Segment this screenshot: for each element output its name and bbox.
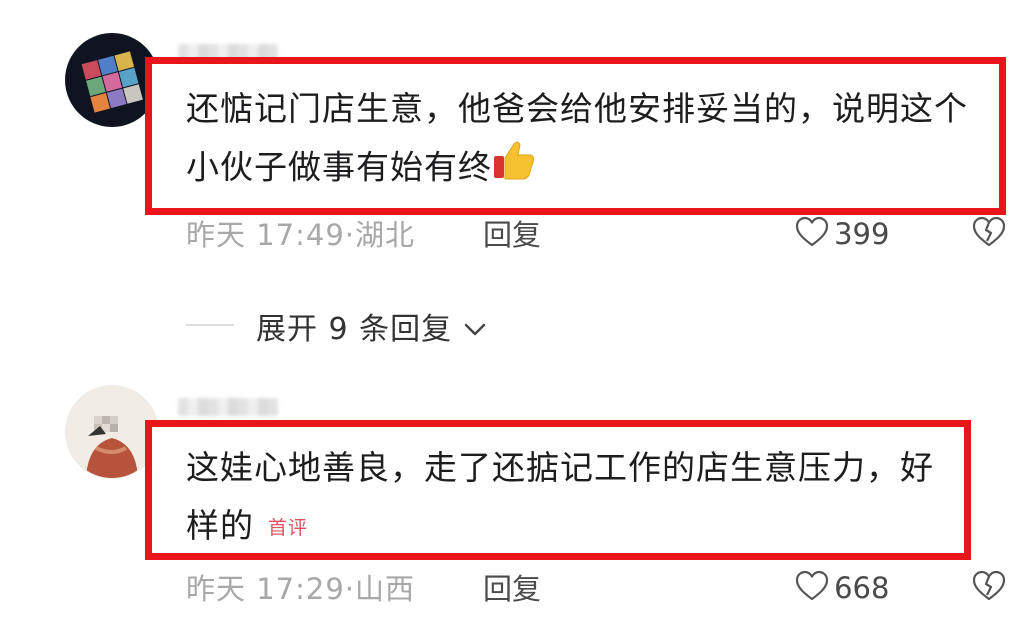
- thumbs-up-icon: [492, 138, 536, 200]
- heart-outline-icon: [795, 216, 829, 252]
- heart-outline-icon: [795, 570, 829, 606]
- expand-replies-button[interactable]: 展开 9 条回复: [256, 304, 487, 348]
- first-comment-badge: 首评: [268, 516, 309, 539]
- dislike-button[interactable]: [972, 570, 1006, 606]
- like-button[interactable]: 668: [795, 570, 889, 606]
- expand-divider: [186, 324, 234, 326]
- comment-location: 山西: [355, 572, 416, 606]
- chevron-down-icon: [463, 321, 487, 343]
- broken-heart-icon: [972, 216, 1006, 252]
- comment-text: 还惦记门店生意，他爸会给他安排妥当的，说明这个小伙子做事有始有终: [186, 89, 968, 187]
- expand-label: 展开 9 条回复: [256, 312, 453, 347]
- like-button[interactable]: 399: [795, 216, 889, 252]
- comment-body: 还惦记门店生意，他爸会给他安排妥当的，说明这个小伙子做事有始有终: [186, 80, 986, 200]
- reply-button[interactable]: 回复: [483, 212, 541, 254]
- comment-location: 湖北: [355, 218, 416, 252]
- reply-button[interactable]: 回复: [483, 566, 541, 608]
- broken-heart-icon: [972, 570, 1006, 606]
- like-count: 399: [834, 217, 890, 251]
- username[interactable]: [178, 398, 278, 416]
- comment-meta: 昨天 17:49·湖北: [186, 218, 416, 252]
- dislike-button[interactable]: [972, 216, 1006, 252]
- comment-meta: 昨天 17:29·山西: [186, 572, 416, 606]
- like-count: 668: [834, 571, 890, 605]
- comment-time: 昨天 17:29: [186, 572, 345, 606]
- comment-time: 昨天 17:49: [186, 218, 345, 252]
- comment-body: 这娃心地善良，走了还掂记工作的店生意压力，好样的 首评: [186, 439, 946, 557]
